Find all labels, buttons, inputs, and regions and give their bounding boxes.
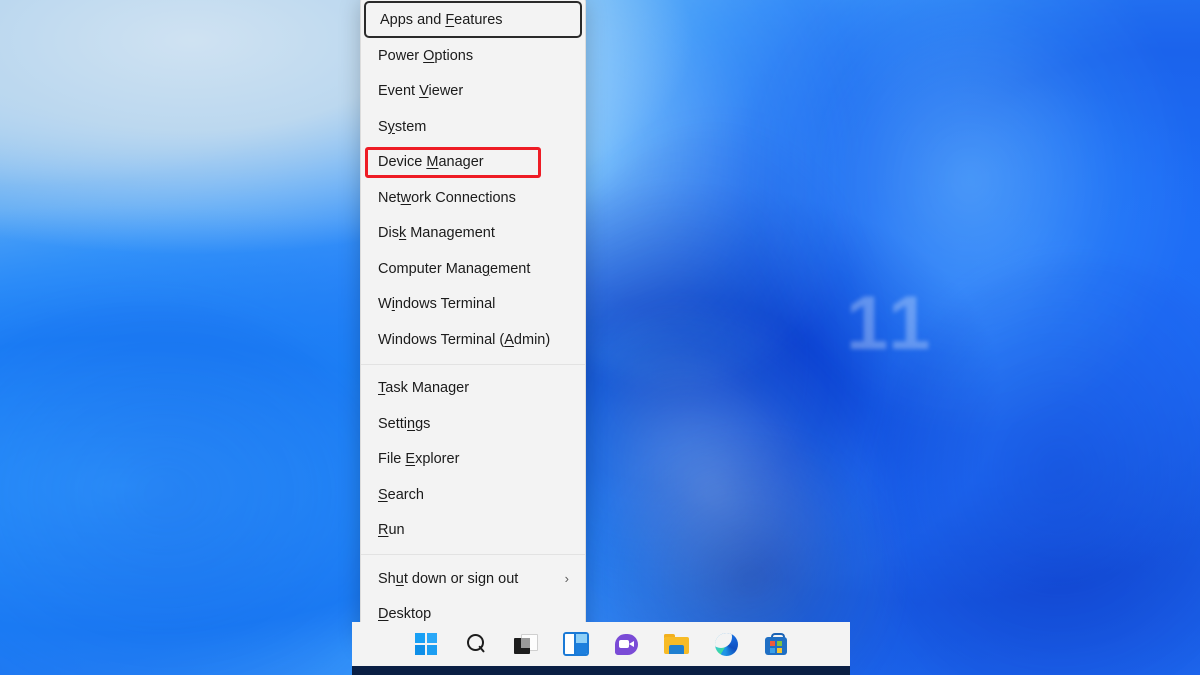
menu-item-label: Device Manager — [378, 154, 484, 170]
menu-item-file-explorer[interactable]: File Explorer — [361, 442, 585, 478]
menu-separator — [361, 364, 585, 365]
menu-item-search[interactable]: Search — [361, 477, 585, 513]
wallpaper-ribbon — [0, 300, 400, 675]
menu-item-disk-management[interactable]: Disk Management — [361, 216, 585, 252]
file-explorer-icon[interactable] — [663, 631, 689, 657]
menu-item-label: Settings — [378, 416, 430, 432]
menu-item-label: Power Options — [378, 48, 473, 64]
menu-item-task-manager[interactable]: Task Manager — [361, 371, 585, 407]
menu-item-label: Computer Management — [378, 261, 530, 277]
menu-item-label: Windows Terminal — [378, 296, 495, 312]
menu-item-event-viewer[interactable]: Event Viewer — [361, 74, 585, 110]
chevron-right-icon: › — [565, 572, 573, 585]
menu-item-label: Event Viewer — [378, 83, 463, 99]
start-icon[interactable] — [413, 631, 439, 657]
power-user-menu[interactable]: Apps and Features Power Options Event View… — [360, 0, 586, 641]
menu-item-device-manager[interactable]: Device Manager — [361, 145, 585, 181]
menu-item-label: Run — [378, 522, 405, 538]
menu-separator — [361, 554, 585, 555]
desktop-screen: 11 Apps and Features Power Options Event V… — [0, 0, 1200, 675]
menu-item-shut-down-or-sign-out[interactable]: Shut down or sign out › — [361, 561, 585, 597]
menu-item-label: Windows Terminal (Admin) — [378, 332, 550, 348]
menu-item-run[interactable]: Run — [361, 513, 585, 549]
search-icon[interactable] — [463, 631, 489, 657]
menu-item-label: System — [378, 119, 426, 135]
menu-item-power-options[interactable]: Power Options — [361, 38, 585, 74]
menu-item-label: File Explorer — [378, 451, 459, 467]
menu-item-label: Desktop — [378, 606, 431, 622]
menu-item-apps-and-features[interactable]: Apps and Features — [364, 1, 582, 38]
microsoft-store-icon[interactable] — [763, 631, 789, 657]
menu-item-label: Task Manager — [378, 380, 469, 396]
menu-item-label: Network Connections — [378, 190, 516, 206]
widgets-icon[interactable] — [563, 631, 589, 657]
desktop-wallpaper — [0, 0, 1200, 675]
menu-item-computer-management[interactable]: Computer Management — [361, 251, 585, 287]
taskbar-underline — [352, 666, 850, 675]
menu-item-label: Shut down or sign out — [378, 571, 518, 587]
taskbar[interactable] — [352, 622, 850, 666]
menu-item-system[interactable]: System — [361, 109, 585, 145]
chat-icon[interactable] — [613, 631, 639, 657]
menu-item-network-connections[interactable]: Network Connections — [361, 180, 585, 216]
menu-item-label: Apps and Features — [380, 12, 503, 28]
menu-item-windows-terminal-admin[interactable]: Windows Terminal (Admin) — [361, 322, 585, 358]
menu-item-windows-terminal[interactable]: Windows Terminal — [361, 287, 585, 323]
windows-version-watermark: 11 — [846, 280, 934, 367]
menu-item-label: Disk Management — [378, 225, 495, 241]
menu-item-settings[interactable]: Settings — [361, 406, 585, 442]
edge-icon[interactable] — [713, 631, 739, 657]
menu-item-label: Search — [378, 487, 424, 503]
task-view-icon[interactable] — [513, 631, 539, 657]
